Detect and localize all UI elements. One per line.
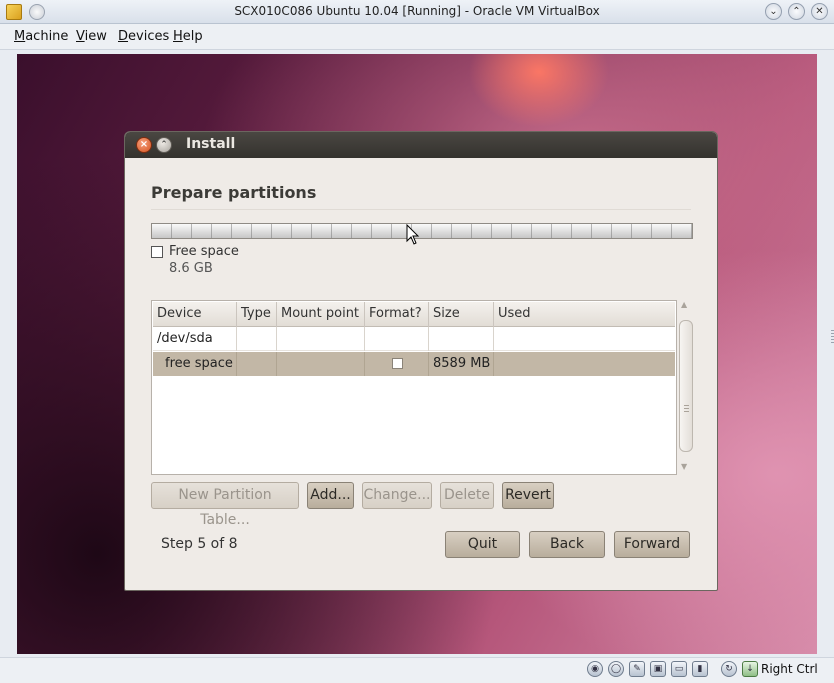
display-icon[interactable]: ▮ <box>692 661 708 677</box>
dialog-maximize-icon[interactable]: ⌃ <box>156 137 172 153</box>
scroll-down-icon[interactable]: ▼ <box>681 462 687 471</box>
cell-mount <box>277 327 365 351</box>
guest-display[interactable]: × ⌃ Install Prepare partitions Free spac… <box>17 54 817 654</box>
free-space-legend-label: Free space <box>169 244 239 259</box>
column-size[interactable]: Size <box>429 302 494 327</box>
optical-disk-icon[interactable]: ◯ <box>608 661 624 677</box>
new-partition-table-button[interactable]: New Partition Table... <box>151 482 299 528</box>
cell-used <box>494 327 675 351</box>
cell-device: free space <box>153 352 237 376</box>
table-scrollbar[interactable]: ▲ ▼ <box>679 300 693 475</box>
host-key-icon[interactable]: ↓ <box>742 661 758 677</box>
scrollbar-thumb[interactable] <box>679 320 693 452</box>
statusbar: ◉ ◯ ✎ ▣ ▭ ▮ ↻ ↓ Right Ctrl <box>0 657 834 683</box>
step-indicator: Step 5 of 8 <box>161 536 238 552</box>
revert-button[interactable]: Revert <box>502 482 554 509</box>
cell-size <box>429 327 494 351</box>
cell-type <box>237 352 277 376</box>
minimize-button[interactable]: ⌄ <box>765 3 782 20</box>
menu-devices[interactable]: Devices <box>118 29 169 44</box>
table-row-selected[interactable]: free space 8589 MB <box>153 352 675 376</box>
column-format[interactable]: Format? <box>365 302 429 327</box>
hard-disk-icon[interactable]: ◉ <box>587 661 603 677</box>
cell-type <box>237 327 277 351</box>
partition-table: Device Type Mount point Format? Size Use… <box>151 300 677 475</box>
window-titlebar[interactable]: SCX010C086 Ubuntu 10.04 [Running] - Orac… <box>0 0 834 24</box>
cell-format <box>365 327 429 351</box>
menubar: Machine View Devices Help <box>0 24 834 50</box>
column-device[interactable]: Device <box>153 302 237 327</box>
host-key-label: Right Ctrl <box>761 662 818 676</box>
window-title: SCX010C086 Ubuntu 10.04 [Running] - Orac… <box>234 4 600 18</box>
free-space-legend-swatch <box>151 246 163 258</box>
heading-divider <box>151 209 691 210</box>
network-icon[interactable]: ▣ <box>650 661 666 677</box>
menu-help[interactable]: Help <box>173 29 203 44</box>
column-used[interactable]: Used <box>494 302 675 327</box>
cell-device: /dev/sda <box>153 327 237 351</box>
menu-machine[interactable]: Machine <box>14 29 68 44</box>
maximize-button[interactable]: ⌃ <box>788 3 805 20</box>
dialog-titlebar[interactable]: × ⌃ Install <box>125 132 717 158</box>
mouse-cursor-icon <box>406 224 420 245</box>
cell-used <box>494 352 675 376</box>
delete-partition-button[interactable]: Delete <box>440 482 494 509</box>
forward-button[interactable]: Forward <box>614 531 690 558</box>
add-partition-button[interactable]: Add... <box>307 482 354 509</box>
table-header: Device Type Mount point Format? Size Use… <box>153 302 675 327</box>
usb-icon[interactable]: ✎ <box>629 661 645 677</box>
mouse-integration-icon[interactable]: ↻ <box>721 661 737 677</box>
cell-size: 8589 MB <box>429 352 494 376</box>
cell-format <box>365 352 429 376</box>
table-row[interactable]: /dev/sda <box>153 327 675 351</box>
free-space-legend-size: 8.6 GB <box>169 261 213 276</box>
shared-folder-icon[interactable]: ▭ <box>671 661 687 677</box>
partition-bar <box>151 223 693 239</box>
change-partition-button[interactable]: Change... <box>362 482 432 509</box>
column-type[interactable]: Type <box>237 302 277 327</box>
dialog-close-icon[interactable]: × <box>136 137 152 153</box>
dialog-title: Install <box>186 136 236 152</box>
format-checkbox[interactable] <box>392 358 403 369</box>
column-mount-point[interactable]: Mount point <box>277 302 365 327</box>
back-button[interactable]: Back <box>529 531 605 558</box>
cell-mount <box>277 352 365 376</box>
install-dialog: × ⌃ Install Prepare partitions Free spac… <box>124 131 718 591</box>
menu-view[interactable]: View <box>76 29 107 44</box>
quit-button[interactable]: Quit <box>445 531 520 558</box>
close-button[interactable]: ✕ <box>811 3 828 20</box>
page-heading: Prepare partitions <box>151 183 317 202</box>
scroll-up-icon[interactable]: ▲ <box>681 300 687 309</box>
